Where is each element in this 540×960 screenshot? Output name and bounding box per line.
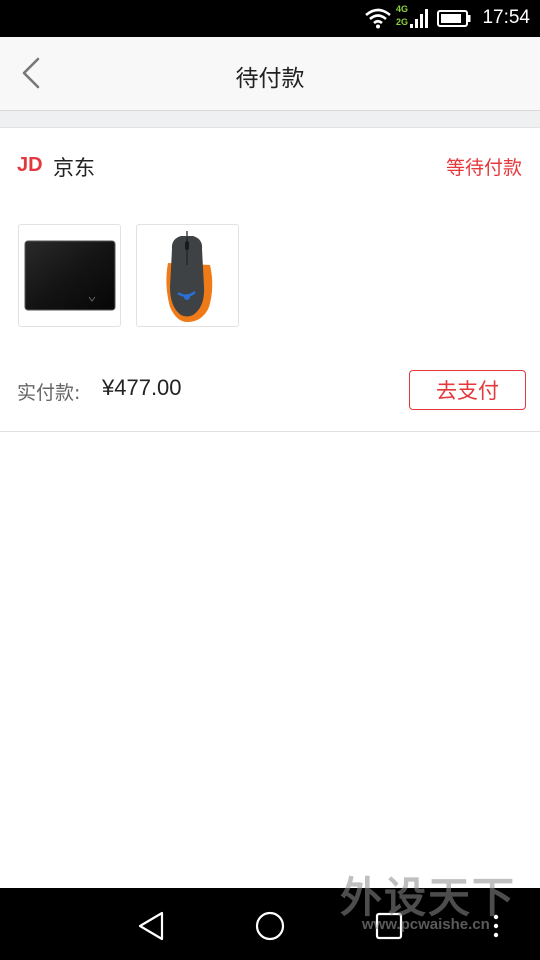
- back-triangle-icon[interactable]: [132, 906, 172, 946]
- price-value: ¥477.00: [102, 375, 182, 400]
- order-status: 等待付款: [445, 157, 522, 179]
- watermark: 外设天下 www.pcwaishe.cn: [340, 864, 530, 944]
- mousepad-image: [24, 240, 116, 311]
- network-2g-label: 2G: [396, 17, 409, 27]
- signal-icon: 4G 2G: [396, 4, 428, 32]
- pay-button[interactable]: 去支付: [409, 370, 526, 410]
- network-4g-label: 4G: [396, 4, 409, 14]
- order-card[interactable]: JD 京东 等待付款 实付款: ¥477.00 去支付: [0, 128, 540, 432]
- page-title: 待付款: [235, 66, 305, 92]
- home-circle-icon[interactable]: [250, 906, 290, 946]
- watermark-url: www.pcwaishe.cn: [362, 916, 490, 933]
- wifi-icon: [365, 8, 391, 29]
- status-bar: 4G 2G 17:54: [0, 0, 540, 37]
- product-thumb-mousepad[interactable]: [18, 224, 121, 327]
- battery-icon: [437, 10, 471, 27]
- section-divider: [0, 111, 540, 128]
- product-thumb-mouse[interactable]: [136, 224, 239, 327]
- signal-bars-icon: [410, 9, 428, 28]
- status-time: 17:54: [482, 7, 530, 28]
- jd-logo: JD: [17, 154, 43, 176]
- shop-name: 京东: [53, 156, 95, 180]
- app-header: 待付款: [0, 37, 540, 111]
- price-label: 实付款:: [17, 382, 81, 404]
- mouse-image: [166, 231, 213, 323]
